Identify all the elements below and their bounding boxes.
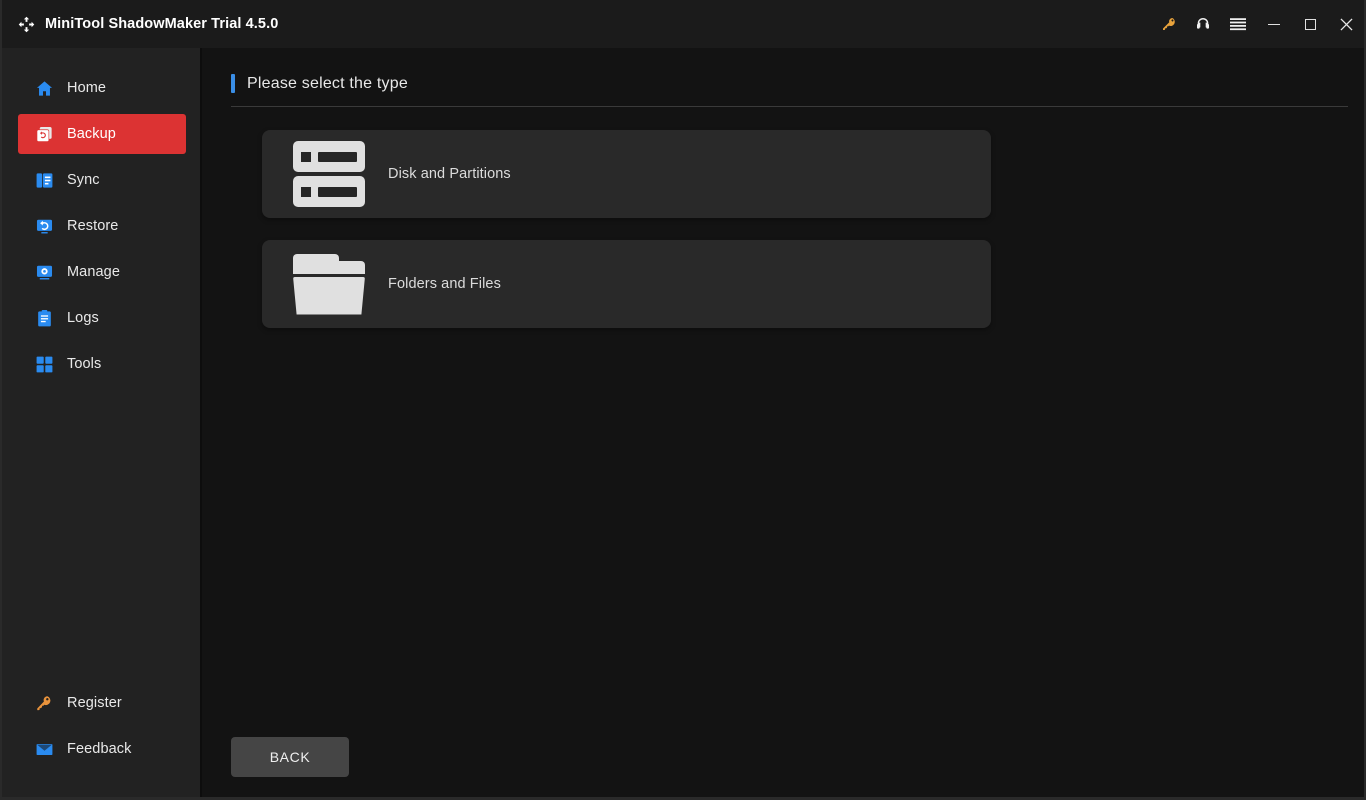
- sidebar-item-home[interactable]: Home: [18, 68, 186, 108]
- footer-bar: BACK: [231, 737, 1348, 797]
- sidebar-item-label: Home: [67, 80, 107, 96]
- key-icon[interactable]: [1152, 0, 1186, 48]
- envelope-icon: [34, 739, 54, 759]
- close-button[interactable]: [1328, 0, 1364, 48]
- key-icon: [34, 693, 54, 713]
- sidebar-item-restore[interactable]: Restore: [18, 206, 186, 246]
- sidebar-item-label: Logs: [67, 310, 99, 326]
- sidebar-item-feedback[interactable]: Feedback: [18, 729, 186, 769]
- back-button[interactable]: BACK: [231, 737, 349, 777]
- backup-type-folders-and-files[interactable]: Folders and Files: [262, 240, 991, 328]
- backup-icon: [34, 124, 54, 144]
- sync-arrows-icon: [16, 14, 36, 34]
- sidebar-item-label: Backup: [67, 126, 116, 142]
- app-title: MiniTool ShadowMaker Trial 4.5.0: [45, 16, 279, 32]
- sidebar-item-label: Feedback: [67, 741, 132, 757]
- sidebar: Home Backup Sync Restore Manage Logs Too…: [2, 48, 202, 797]
- manage-icon: [34, 262, 54, 282]
- sidebar-item-backup[interactable]: Backup: [18, 114, 186, 154]
- sidebar-item-label: Restore: [67, 218, 119, 234]
- hamburger-menu-icon[interactable]: [1220, 0, 1256, 48]
- sidebar-bottom: Register Feedback: [2, 683, 200, 797]
- backup-type-label: Folders and Files: [388, 276, 501, 292]
- backup-type-disk-and-partitions[interactable]: Disk and Partitions: [262, 130, 991, 218]
- header-accent-bar: [231, 74, 235, 93]
- sidebar-item-register[interactable]: Register: [18, 683, 186, 723]
- restore-icon: [34, 216, 54, 236]
- sidebar-item-tools[interactable]: Tools: [18, 344, 186, 384]
- sync-icon: [34, 170, 54, 190]
- backup-type-label: Disk and Partitions: [388, 166, 511, 182]
- logs-icon: [34, 308, 54, 328]
- sidebar-item-logs[interactable]: Logs: [18, 298, 186, 338]
- page-title: Please select the type: [247, 74, 408, 92]
- folder-icon: [293, 253, 377, 315]
- page-header: Please select the type: [231, 74, 1348, 107]
- home-icon: [34, 78, 54, 98]
- headset-icon[interactable]: [1186, 0, 1220, 48]
- minimize-button[interactable]: [1256, 0, 1292, 48]
- title-bar-actions: [1152, 0, 1364, 48]
- title-bar: MiniTool ShadowMaker Trial 4.5.0: [2, 0, 1364, 48]
- maximize-button[interactable]: [1292, 0, 1328, 48]
- disk-icon: [293, 141, 377, 207]
- sidebar-item-label: Manage: [67, 264, 120, 280]
- sidebar-item-label: Register: [67, 695, 122, 711]
- app-window: MiniTool ShadowMaker Trial 4.5.0 Home Ba…: [0, 0, 1366, 800]
- main-content: Please select the type Disk and Partitio…: [202, 48, 1364, 797]
- backup-type-list: Disk and Partitions Folders and Files: [262, 130, 991, 328]
- sidebar-item-sync[interactable]: Sync: [18, 160, 186, 200]
- tools-icon: [34, 354, 54, 374]
- sidebar-item-label: Tools: [67, 356, 102, 372]
- sidebar-item-manage[interactable]: Manage: [18, 252, 186, 292]
- sidebar-item-label: Sync: [67, 172, 100, 188]
